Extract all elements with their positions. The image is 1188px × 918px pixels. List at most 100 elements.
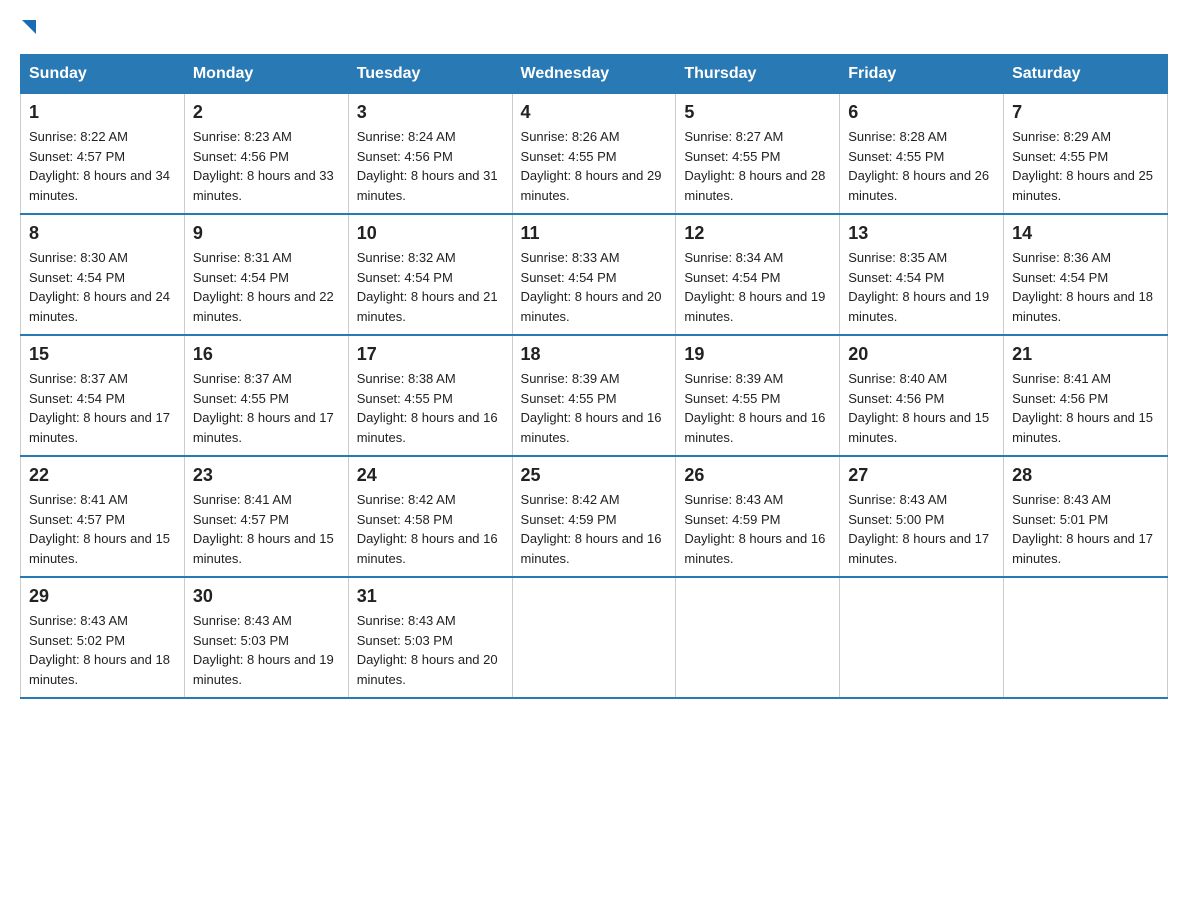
day-number: 8 bbox=[29, 223, 176, 244]
day-info: Sunrise: 8:36 AMSunset: 4:54 PMDaylight:… bbox=[1012, 250, 1153, 324]
calendar-week-row: 1 Sunrise: 8:22 AMSunset: 4:57 PMDayligh… bbox=[21, 94, 1168, 215]
day-info: Sunrise: 8:34 AMSunset: 4:54 PMDaylight:… bbox=[684, 250, 825, 324]
table-row: 18 Sunrise: 8:39 AMSunset: 4:55 PMDaylig… bbox=[512, 335, 676, 456]
table-row: 26 Sunrise: 8:43 AMSunset: 4:59 PMDaylig… bbox=[676, 456, 840, 577]
day-number: 13 bbox=[848, 223, 995, 244]
day-number: 28 bbox=[1012, 465, 1159, 486]
day-info: Sunrise: 8:42 AMSunset: 4:59 PMDaylight:… bbox=[521, 492, 662, 566]
day-info: Sunrise: 8:31 AMSunset: 4:54 PMDaylight:… bbox=[193, 250, 334, 324]
day-number: 31 bbox=[357, 586, 504, 607]
table-row: 23 Sunrise: 8:41 AMSunset: 4:57 PMDaylig… bbox=[184, 456, 348, 577]
table-row: 21 Sunrise: 8:41 AMSunset: 4:56 PMDaylig… bbox=[1004, 335, 1168, 456]
day-info: Sunrise: 8:33 AMSunset: 4:54 PMDaylight:… bbox=[521, 250, 662, 324]
day-number: 11 bbox=[521, 223, 668, 244]
table-row: 11 Sunrise: 8:33 AMSunset: 4:54 PMDaylig… bbox=[512, 214, 676, 335]
day-info: Sunrise: 8:43 AMSunset: 5:00 PMDaylight:… bbox=[848, 492, 989, 566]
day-info: Sunrise: 8:39 AMSunset: 4:55 PMDaylight:… bbox=[684, 371, 825, 445]
day-info: Sunrise: 8:37 AMSunset: 4:55 PMDaylight:… bbox=[193, 371, 334, 445]
header-thursday: Thursday bbox=[676, 55, 840, 94]
table-row: 14 Sunrise: 8:36 AMSunset: 4:54 PMDaylig… bbox=[1004, 214, 1168, 335]
calendar-week-row: 22 Sunrise: 8:41 AMSunset: 4:57 PMDaylig… bbox=[21, 456, 1168, 577]
table-row: 12 Sunrise: 8:34 AMSunset: 4:54 PMDaylig… bbox=[676, 214, 840, 335]
page-header bbox=[20, 20, 1168, 34]
table-row bbox=[1004, 577, 1168, 698]
day-info: Sunrise: 8:35 AMSunset: 4:54 PMDaylight:… bbox=[848, 250, 989, 324]
day-info: Sunrise: 8:27 AMSunset: 4:55 PMDaylight:… bbox=[684, 129, 825, 203]
header-friday: Friday bbox=[840, 55, 1004, 94]
day-number: 7 bbox=[1012, 102, 1159, 123]
day-info: Sunrise: 8:39 AMSunset: 4:55 PMDaylight:… bbox=[521, 371, 662, 445]
day-number: 3 bbox=[357, 102, 504, 123]
day-number: 20 bbox=[848, 344, 995, 365]
table-row: 19 Sunrise: 8:39 AMSunset: 4:55 PMDaylig… bbox=[676, 335, 840, 456]
day-info: Sunrise: 8:32 AMSunset: 4:54 PMDaylight:… bbox=[357, 250, 498, 324]
day-number: 19 bbox=[684, 344, 831, 365]
table-row: 4 Sunrise: 8:26 AMSunset: 4:55 PMDayligh… bbox=[512, 94, 676, 215]
header-saturday: Saturday bbox=[1004, 55, 1168, 94]
day-number: 4 bbox=[521, 102, 668, 123]
table-row bbox=[676, 577, 840, 698]
table-row: 6 Sunrise: 8:28 AMSunset: 4:55 PMDayligh… bbox=[840, 94, 1004, 215]
table-row: 2 Sunrise: 8:23 AMSunset: 4:56 PMDayligh… bbox=[184, 94, 348, 215]
logo-arrow-icon bbox=[22, 20, 36, 34]
day-info: Sunrise: 8:43 AMSunset: 5:02 PMDaylight:… bbox=[29, 613, 170, 687]
day-number: 29 bbox=[29, 586, 176, 607]
table-row: 25 Sunrise: 8:42 AMSunset: 4:59 PMDaylig… bbox=[512, 456, 676, 577]
table-row: 8 Sunrise: 8:30 AMSunset: 4:54 PMDayligh… bbox=[21, 214, 185, 335]
day-info: Sunrise: 8:38 AMSunset: 4:55 PMDaylight:… bbox=[357, 371, 498, 445]
header-tuesday: Tuesday bbox=[348, 55, 512, 94]
table-row: 10 Sunrise: 8:32 AMSunset: 4:54 PMDaylig… bbox=[348, 214, 512, 335]
day-number: 5 bbox=[684, 102, 831, 123]
day-number: 17 bbox=[357, 344, 504, 365]
table-row: 22 Sunrise: 8:41 AMSunset: 4:57 PMDaylig… bbox=[21, 456, 185, 577]
table-row: 24 Sunrise: 8:42 AMSunset: 4:58 PMDaylig… bbox=[348, 456, 512, 577]
day-number: 16 bbox=[193, 344, 340, 365]
day-info: Sunrise: 8:42 AMSunset: 4:58 PMDaylight:… bbox=[357, 492, 498, 566]
table-row: 27 Sunrise: 8:43 AMSunset: 5:00 PMDaylig… bbox=[840, 456, 1004, 577]
day-info: Sunrise: 8:43 AMSunset: 5:03 PMDaylight:… bbox=[193, 613, 334, 687]
calendar-week-row: 29 Sunrise: 8:43 AMSunset: 5:02 PMDaylig… bbox=[21, 577, 1168, 698]
day-info: Sunrise: 8:43 AMSunset: 5:01 PMDaylight:… bbox=[1012, 492, 1153, 566]
day-number: 23 bbox=[193, 465, 340, 486]
day-number: 10 bbox=[357, 223, 504, 244]
day-number: 24 bbox=[357, 465, 504, 486]
logo bbox=[20, 20, 36, 34]
table-row: 7 Sunrise: 8:29 AMSunset: 4:55 PMDayligh… bbox=[1004, 94, 1168, 215]
calendar-week-row: 15 Sunrise: 8:37 AMSunset: 4:54 PMDaylig… bbox=[21, 335, 1168, 456]
day-number: 26 bbox=[684, 465, 831, 486]
day-number: 9 bbox=[193, 223, 340, 244]
table-row: 15 Sunrise: 8:37 AMSunset: 4:54 PMDaylig… bbox=[21, 335, 185, 456]
table-row: 3 Sunrise: 8:24 AMSunset: 4:56 PMDayligh… bbox=[348, 94, 512, 215]
day-number: 14 bbox=[1012, 223, 1159, 244]
day-info: Sunrise: 8:43 AMSunset: 5:03 PMDaylight:… bbox=[357, 613, 498, 687]
table-row bbox=[512, 577, 676, 698]
table-row: 9 Sunrise: 8:31 AMSunset: 4:54 PMDayligh… bbox=[184, 214, 348, 335]
table-row: 29 Sunrise: 8:43 AMSunset: 5:02 PMDaylig… bbox=[21, 577, 185, 698]
day-number: 1 bbox=[29, 102, 176, 123]
day-number: 25 bbox=[521, 465, 668, 486]
day-info: Sunrise: 8:24 AMSunset: 4:56 PMDaylight:… bbox=[357, 129, 498, 203]
day-info: Sunrise: 8:26 AMSunset: 4:55 PMDaylight:… bbox=[521, 129, 662, 203]
day-number: 30 bbox=[193, 586, 340, 607]
table-row: 30 Sunrise: 8:43 AMSunset: 5:03 PMDaylig… bbox=[184, 577, 348, 698]
day-info: Sunrise: 8:43 AMSunset: 4:59 PMDaylight:… bbox=[684, 492, 825, 566]
day-info: Sunrise: 8:41 AMSunset: 4:57 PMDaylight:… bbox=[29, 492, 170, 566]
header-monday: Monday bbox=[184, 55, 348, 94]
table-row: 1 Sunrise: 8:22 AMSunset: 4:57 PMDayligh… bbox=[21, 94, 185, 215]
day-info: Sunrise: 8:28 AMSunset: 4:55 PMDaylight:… bbox=[848, 129, 989, 203]
table-row: 20 Sunrise: 8:40 AMSunset: 4:56 PMDaylig… bbox=[840, 335, 1004, 456]
day-number: 12 bbox=[684, 223, 831, 244]
day-number: 22 bbox=[29, 465, 176, 486]
day-number: 18 bbox=[521, 344, 668, 365]
table-row: 28 Sunrise: 8:43 AMSunset: 5:01 PMDaylig… bbox=[1004, 456, 1168, 577]
day-number: 6 bbox=[848, 102, 995, 123]
table-row: 16 Sunrise: 8:37 AMSunset: 4:55 PMDaylig… bbox=[184, 335, 348, 456]
table-row: 13 Sunrise: 8:35 AMSunset: 4:54 PMDaylig… bbox=[840, 214, 1004, 335]
table-row: 31 Sunrise: 8:43 AMSunset: 5:03 PMDaylig… bbox=[348, 577, 512, 698]
day-info: Sunrise: 8:41 AMSunset: 4:57 PMDaylight:… bbox=[193, 492, 334, 566]
day-number: 27 bbox=[848, 465, 995, 486]
day-number: 2 bbox=[193, 102, 340, 123]
day-info: Sunrise: 8:23 AMSunset: 4:56 PMDaylight:… bbox=[193, 129, 334, 203]
calendar-header-row: Sunday Monday Tuesday Wednesday Thursday… bbox=[21, 55, 1168, 94]
header-sunday: Sunday bbox=[21, 55, 185, 94]
